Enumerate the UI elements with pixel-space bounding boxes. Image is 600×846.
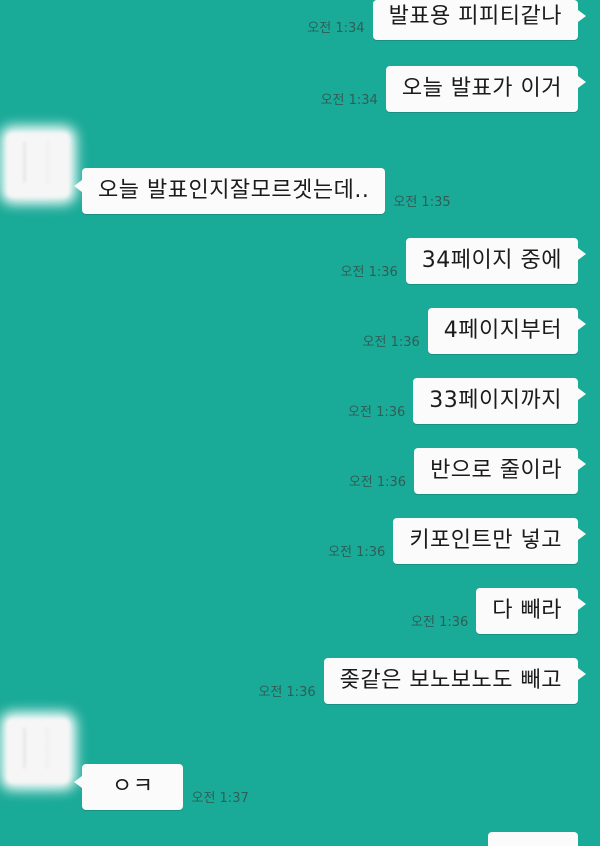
avatar-image [24, 728, 48, 768]
message-bubble-incoming[interactable]: 오늘 발표인지잘모르겟는데.. [73, 168, 386, 214]
message-timestamp: 오전 1:34 [320, 93, 378, 108]
message-bubble-outgoing[interactable]: 오늘 발표가 이거 [385, 66, 587, 112]
message-row: 오늘 발표인지잘모르겟는데.. 오전 1:35 [73, 168, 459, 214]
message-bubble-outgoing[interactable]: 좆같은 보노보노도 빼고 [323, 658, 587, 704]
message-row: 오전 1:36 반으로 줄이라 [341, 448, 586, 494]
message-bubble-outgoing[interactable]: 키포인트만 넣고 [393, 518, 586, 564]
message-bubble-outgoing[interactable]: 34페이지 중에 [405, 238, 587, 284]
message-timestamp: 오전 1:36 [411, 615, 469, 630]
message-timestamp: 오전 1:35 [393, 195, 451, 210]
message-timestamp: 오전 1:37 [191, 791, 249, 806]
avatar-image [24, 142, 48, 182]
message-bubble-outgoing[interactable]: 반으로 줄이라 [414, 448, 586, 494]
message-row: 오전 1:34 발표용 피피티같나 [299, 0, 587, 40]
message-bubble-outgoing[interactable]: 33페이지까지 [413, 378, 586, 424]
message-timestamp: 오전 1:36 [348, 475, 407, 490]
message-row: 오전 1:34 오늘 발표가 이거 [313, 66, 587, 112]
message-row: 오전 1:36 34페이지 중에 [333, 238, 587, 284]
message-row: 오전 1:36 33페이지까지 [340, 378, 586, 424]
message-bubble-outgoing[interactable]: 다 빼라 [476, 588, 586, 634]
message-bubble-incoming[interactable]: ㅇㅋ [73, 764, 184, 810]
message-timestamp: 오전 1:34 [307, 21, 365, 36]
message-row: ㅇㅋ 오전 1:37 [73, 764, 257, 810]
message-timestamp: 오전 1:36 [328, 545, 386, 560]
message-bubble-partial [488, 832, 578, 846]
message-row: 오전 1:36 좆같은 보노보노도 빼고 [250, 658, 587, 704]
message-bubble-outgoing[interactable]: 4페이지부터 [427, 308, 587, 354]
chat-log[interactable]: 오전 1:34 발표용 피피티같나 오전 1:34 오늘 발표가 이거 오늘 발… [0, 0, 600, 846]
message-timestamp: 오전 1:36 [362, 335, 420, 350]
message-row: 오전 1:36 키포인트만 넣고 [320, 518, 586, 564]
message-bubble-outgoing[interactable]: 발표용 피피티같나 [372, 0, 587, 40]
message-row: 오전 1:36 다 빼라 [403, 588, 586, 634]
message-timestamp: 오전 1:36 [340, 265, 398, 280]
message-timestamp: 오전 1:36 [348, 405, 406, 420]
message-row: 오전 1:36 4페이지부터 [355, 308, 587, 354]
message-timestamp: 오전 1:36 [258, 685, 316, 700]
contact-avatar[interactable] [6, 718, 70, 784]
contact-avatar[interactable] [6, 132, 70, 198]
